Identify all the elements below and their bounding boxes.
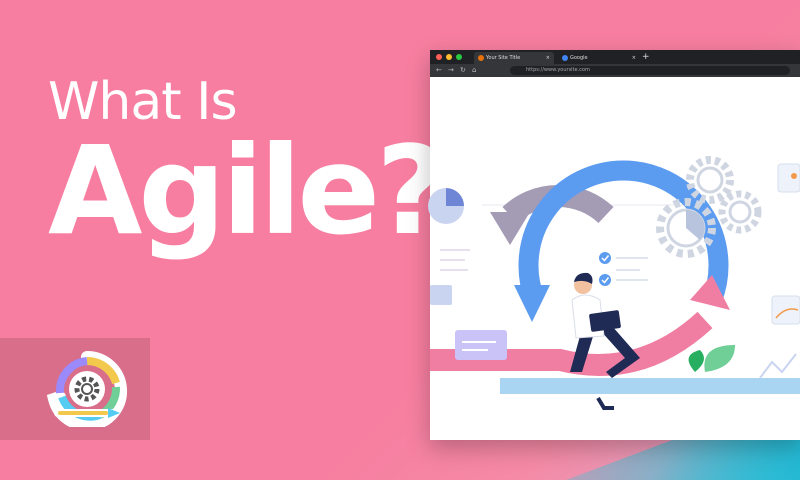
tab-title: Google <box>570 55 588 61</box>
browser-window: Your Site Title × Google × + ← → ↻ ⌂ htt… <box>430 50 800 440</box>
close-tab-icon[interactable]: × <box>546 52 550 64</box>
tab-bar: Your Site Title × Google × + <box>430 50 800 64</box>
address-bar: ← → ↻ ⌂ https://www.yoursite.com <box>430 64 800 77</box>
back-arrow-icon[interactable]: ← <box>436 65 442 76</box>
home-icon[interactable]: ⌂ <box>472 65 476 76</box>
google-favicon-icon <box>562 55 568 61</box>
tab-google[interactable]: Google × <box>558 52 640 64</box>
tab-your-site[interactable]: Your Site Title × <box>474 52 554 64</box>
forward-arrow-icon[interactable]: → <box>448 65 454 76</box>
site-favicon-icon <box>478 55 484 61</box>
headline-line-2: Agile? <box>48 120 447 262</box>
close-tab-icon[interactable]: × <box>632 52 636 64</box>
minimize-window-button[interactable] <box>446 54 452 60</box>
url-text: https://www.yoursite.com <box>526 67 590 73</box>
new-tab-button[interactable]: + <box>642 50 650 64</box>
headline: What Is Agile? <box>48 72 447 262</box>
agile-cycle-logo-icon <box>46 351 128 427</box>
close-window-button[interactable] <box>436 54 442 60</box>
tab-title: Your Site Title <box>486 55 521 61</box>
page-content <box>430 77 800 440</box>
url-field[interactable]: https://www.yoursite.com <box>510 66 790 75</box>
maximize-window-button[interactable] <box>456 54 462 60</box>
reload-icon[interactable]: ↻ <box>460 65 466 76</box>
